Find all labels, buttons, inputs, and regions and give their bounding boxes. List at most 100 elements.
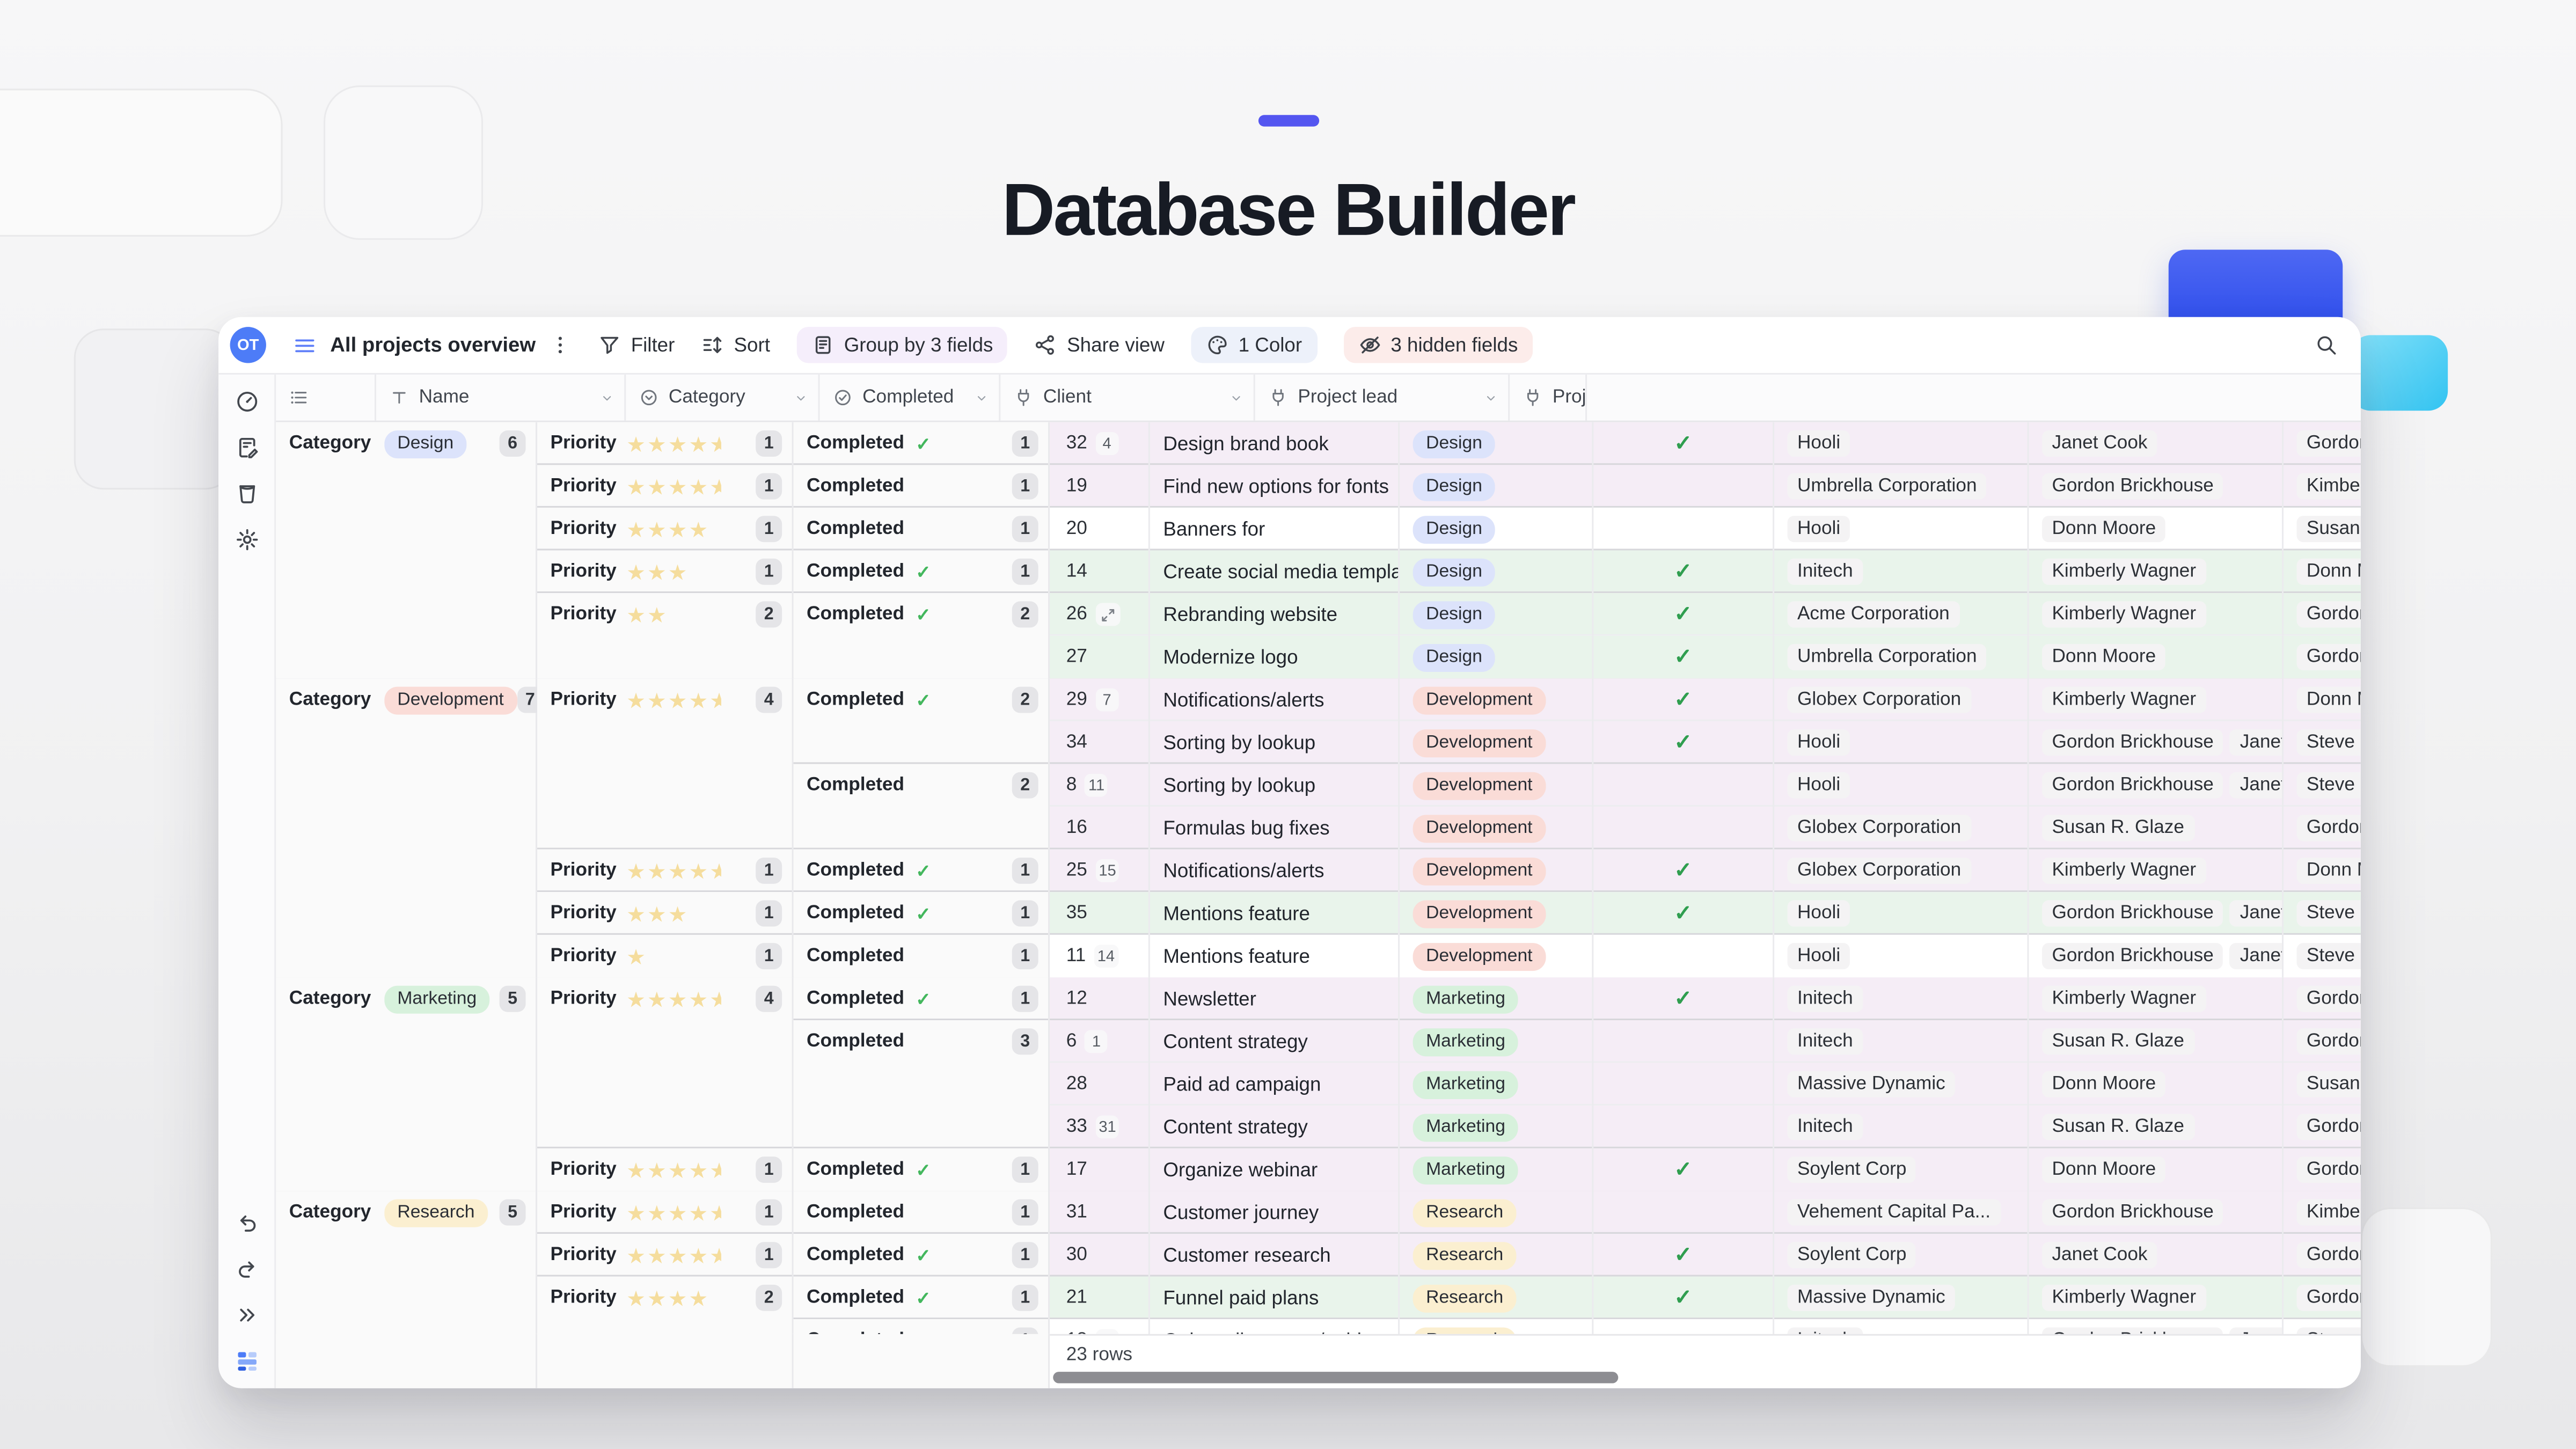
hidden-fields-button[interactable]: 3 hidden fields [1343,327,1533,363]
client-cell[interactable]: Acme Corporation [1774,593,2029,636]
completed-cell[interactable] [1593,1106,1775,1148]
client-cell[interactable]: Hooli [1774,892,2029,935]
project-lead-cell[interactable]: Donn Moore [2029,1148,2284,1191]
category-cell[interactable]: Development [1400,807,1594,850]
project-lead-cell[interactable]: Kimberly Wagner [2029,550,2284,594]
client-cell[interactable]: Hooli [1774,422,2029,465]
group-header-completed[interactable]: Completed 1 [794,935,1048,978]
category-cell[interactable]: Research [1400,1191,1594,1234]
category-cell[interactable]: Design [1400,593,1594,636]
group-header-priority[interactable]: Priority ★ ★ ★ 1 [537,892,792,935]
category-cell[interactable]: Development [1400,678,1594,721]
group-header-priority[interactable]: Priority ★★★★★ 1 [537,465,792,508]
group-header-category[interactable]: Category Research 5 [276,1191,538,1334]
client-cell[interactable]: Globex Corporation [1774,807,2029,850]
column-header-client[interactable]: Client [1000,374,1255,421]
client-cell[interactable]: Hooli [1774,721,2029,764]
table-row[interactable]: 32 4 Design brand book Design ✓ Hooli Janet Co… [1050,422,2361,465]
extra-link-cell[interactable]: Steve G [2284,892,2361,935]
client-cell[interactable]: Hooli [1774,507,2029,551]
table-row[interactable]: 8 11 Sorting by lookup Development Hooli Gord… [1050,764,2361,807]
category-cell[interactable]: Development [1400,721,1594,764]
group-header-completed[interactable]: Completed 1 [794,465,1048,508]
trash-icon[interactable] [234,481,259,506]
table-row[interactable]: 30 Customer research Research ✓ Soylent Corp… [1050,1233,2361,1277]
group-header-priority[interactable]: Priority ★★★★★ 1 [537,850,792,892]
category-cell[interactable]: Design [1400,422,1594,465]
category-cell[interactable]: Development [1400,849,1594,892]
view-name[interactable]: All projects overview [330,333,536,356]
category-cell[interactable]: Marketing [1400,1020,1594,1063]
extra-link-cell[interactable]: Donn M [2284,551,2361,594]
project-lead-cell[interactable]: Donn Moore [2029,507,2284,551]
extra-link-cell[interactable]: Gordon [2284,593,2361,636]
group-header-priority[interactable]: Priority ★ ★ ★ 1 [537,551,792,594]
category-cell[interactable]: Marketing [1400,1148,1594,1191]
category-cell[interactable]: Research [1400,1319,1594,1334]
group-header-completed[interactable]: Completed ✓ 1 [794,422,1048,465]
name-cell[interactable]: Funnel paid plans [1150,1276,1400,1320]
extra-link-cell[interactable]: Steve G [2284,1319,2361,1334]
name-cell[interactable]: Mentions feature [1150,892,1400,935]
project-lead-cell[interactable]: Gordon Brickhouse [2029,465,2284,508]
category-cell[interactable]: Marketing [1400,1063,1594,1106]
category-cell[interactable]: Development [1400,934,1594,978]
group-header-completed[interactable]: Completed ✓ 1 [794,1148,1048,1191]
project-lead-cell[interactable]: Kimberly Wagner [2029,1276,2284,1320]
completed-cell[interactable] [1593,507,1775,551]
column-header-proje[interactable]: Proje [1510,374,1587,421]
collapse-icon[interactable] [234,1303,259,1328]
group-header-priority[interactable]: Priority ★★★★★ 4 [537,977,792,1148]
group-header-category[interactable]: Category Marketing 5 [276,977,538,1191]
group-header-priority[interactable]: Priority ★ ★ ★ ★ 2 [537,1277,792,1334]
completed-cell[interactable]: ✓ [1593,550,1775,594]
group-header-completed[interactable]: Completed ✓ 1 [794,892,1048,935]
category-cell[interactable]: Design [1400,465,1594,508]
project-lead-cell[interactable]: Donn Moore [2029,635,2284,679]
extra-link-cell[interactable]: Steve G [2284,935,2361,978]
project-lead-cell[interactable]: Kimberly Wagner [2029,849,2284,892]
table-row[interactable]: 34 Sorting by lookup Development ✓ Hooli Gord… [1050,721,2361,764]
table-row[interactable]: 20 Banners for Design Hooli Donn Moore Susan … [1050,507,2361,551]
name-cell[interactable]: Sorting by lookup [1150,764,1400,807]
completed-cell[interactable] [1593,1020,1775,1063]
extra-link-cell[interactable]: Steve G [2284,764,2361,807]
name-cell[interactable]: Design brand book [1150,422,1400,465]
name-cell[interactable]: Customer research [1150,1233,1400,1277]
completed-cell[interactable] [1593,1319,1775,1334]
completed-cell[interactable]: ✓ [1593,977,1775,1021]
client-cell[interactable]: Vehement Capital Pa... [1774,1191,2029,1234]
completed-cell[interactable] [1593,807,1775,850]
extra-link-cell[interactable]: Gordon [2284,807,2361,850]
extra-link-cell[interactable]: Steve G [2284,721,2361,764]
column-header-completed[interactable]: Completed [820,374,1001,421]
completed-cell[interactable]: ✓ [1593,1148,1775,1191]
gear-icon[interactable] [234,528,259,552]
name-cell[interactable]: Content strategy [1150,1106,1400,1148]
kebab-icon[interactable] [549,333,572,356]
group-header-completed[interactable]: Completed ✓ 1 [794,551,1048,594]
group-header-completed[interactable]: Completed ✓ 2 [794,593,1048,678]
client-cell[interactable]: Soylent Corp [1774,1233,2029,1277]
name-cell[interactable]: Notifications/alerts [1150,849,1400,892]
group-header-category[interactable]: Category Design 6 [276,422,538,679]
group-header-priority[interactable]: Priority ★★★★★ 1 [537,1191,792,1234]
column-header-name[interactable]: Name [376,374,626,421]
project-lead-cell[interactable]: Gordon Brickhouse [2029,1191,2284,1234]
project-lead-cell[interactable]: Susan R. Glaze [2029,1106,2284,1148]
extra-link-cell[interactable]: Gordon [2284,1148,2361,1191]
category-cell[interactable]: Marketing [1400,977,1594,1021]
project-lead-cell[interactable]: Gordon BrickhouseJanet Co [2029,934,2284,978]
project-lead-cell[interactable]: Gordon BrickhouseJanet Co [2029,721,2284,764]
extra-link-cell[interactable]: Gordon [2284,977,2361,1020]
name-cell[interactable]: Banners for [1150,507,1400,551]
name-cell[interactable]: Customer journey [1150,1191,1400,1234]
completed-cell[interactable] [1593,1191,1775,1234]
client-cell[interactable]: Initech [1774,550,2029,594]
category-cell[interactable]: Research [1400,1276,1594,1320]
group-header-completed[interactable]: Completed ✓ 1 [794,850,1048,892]
group-header-completed[interactable]: Completed ✓ 1 [794,1234,1048,1277]
table-row[interactable]: 26 Rebranding website Design ✓ Acme Corporat… [1050,593,2361,636]
completed-cell[interactable] [1593,764,1775,807]
client-cell[interactable]: Initech [1774,977,2029,1021]
